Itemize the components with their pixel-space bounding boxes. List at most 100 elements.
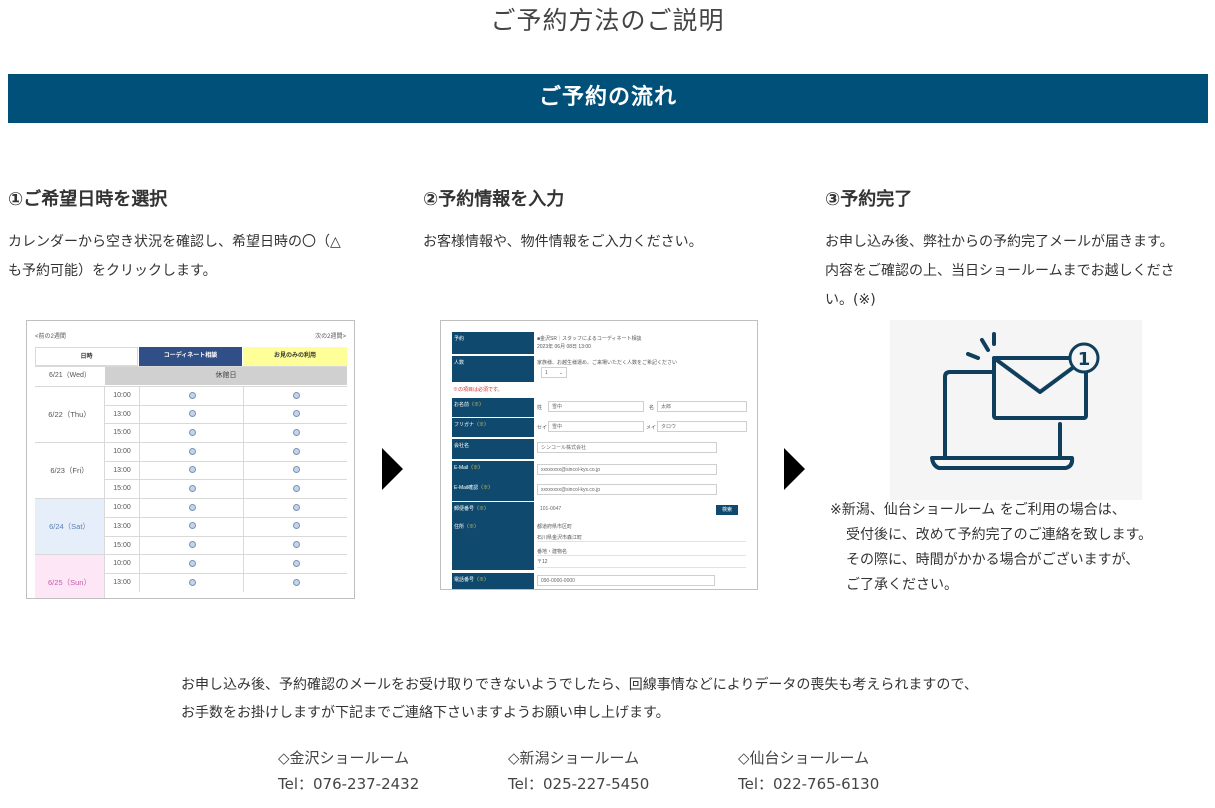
arrow-right-icon — [382, 448, 403, 490]
note-line: ※新潟、仙台ショールーム をご利用の場合は、 — [830, 502, 1126, 518]
calendar-header: 日時 コーディネート相談 お見のみの利用 — [35, 347, 347, 366]
closed-row: 6/21（Wed） 休館日 — [35, 366, 347, 386]
time-label: 15:00 — [113, 485, 131, 493]
label-text: E-Mail確認 — [454, 485, 479, 491]
time-slot-row: 13:00 — [105, 460, 348, 480]
divider — [537, 541, 746, 542]
notice-note: ※新潟、仙台ショールーム をご利用の場合は、 受付後に、改めて予約完了のご連絡を… — [830, 498, 1152, 598]
available-circle-icon — [188, 447, 196, 455]
showroom-sendai-tel[interactable]: Tel：022-765-6130 — [738, 773, 879, 794]
arrow-right-icon — [784, 448, 805, 490]
available-slot-button[interactable] — [139, 517, 244, 536]
flow-banner: ご予約の流れ — [8, 74, 1208, 123]
first-kana-input[interactable]: タロウ — [657, 421, 747, 432]
available-slot-button[interactable] — [139, 387, 244, 405]
time-slot-row: 13:00 — [105, 572, 348, 592]
time-slot-row: 15:00 — [105, 423, 348, 443]
showroom-niigata-tel[interactable]: Tel：025-227-5450 — [508, 773, 649, 794]
available-slot-button[interactable] — [243, 555, 348, 574]
label-text: 電話番号 — [454, 577, 475, 583]
available-slot-button[interactable] — [243, 405, 348, 424]
last-kana-input[interactable]: 雪中 — [548, 421, 644, 432]
phone-input[interactable]: 090-0000-0000 — [537, 575, 715, 586]
calendar-day-block: 6/24（Sat） 10:00 13:00 15:00 — [35, 498, 348, 555]
address-line: 都道府県市区町 — [537, 524, 573, 530]
available-slot-button[interactable] — [139, 443, 244, 462]
calendar-date: 6/25（Sun） — [35, 554, 105, 598]
required-mark: （※） — [469, 402, 485, 408]
required-mark: （※） — [478, 485, 494, 491]
divider — [537, 567, 746, 568]
note-line: 受付後に、改めて予約完了のご連絡を致します。 — [846, 527, 1153, 543]
available-slot-button[interactable] — [139, 424, 244, 443]
email-input[interactable]: xxxxxxxx@sincol-kys.co.jp — [537, 464, 717, 475]
required-mark: （※） — [474, 422, 490, 428]
time-label: 13:00 — [113, 410, 131, 418]
available-slot-button[interactable] — [243, 424, 348, 443]
time-label: 13:00 — [113, 578, 131, 586]
available-slot-button[interactable] — [139, 480, 244, 499]
available-circle-icon — [188, 429, 196, 437]
available-slot-button[interactable] — [139, 573, 244, 592]
form-label-phone: 電話番号（※） — [452, 573, 534, 589]
first-kana-label: メイ — [646, 425, 657, 431]
available-slot-button[interactable] — [243, 480, 348, 499]
label-text: 郵便番号 — [454, 506, 475, 512]
label-text: 住所 — [454, 524, 465, 530]
form-label-company: 会社名 — [452, 439, 534, 459]
available-slot-button[interactable] — [139, 405, 244, 424]
form-label-people: 人数 — [452, 356, 534, 382]
available-circle-icon — [292, 522, 300, 530]
address-search-button[interactable]: 検索 — [716, 505, 738, 515]
calendar-day-block: 6/25（Sun） 10:00 13:00 — [35, 554, 348, 598]
showroom-kanazawa-name: ◇金沢ショールーム — [278, 749, 410, 767]
calendar-grid: 日時 コーディネート相談 お見のみの利用 6/21（Wed） 休館日 6/22（… — [35, 347, 348, 598]
step-1-text: カレンダーから空き状況を確認し、希望日時の〇（△ も予約可能）をクリックします。 — [8, 228, 341, 286]
last-name-input[interactable]: 雪中 — [548, 401, 644, 412]
last-name-label: 姓 — [537, 405, 543, 411]
available-slot-button[interactable] — [243, 499, 348, 518]
email-confirm-input[interactable]: xxxxxxxx@sincol-kys.co.jp — [537, 484, 717, 495]
available-circle-icon — [188, 391, 196, 399]
available-slot-button[interactable] — [243, 536, 348, 555]
first-name-input[interactable]: 太郎 — [657, 401, 747, 412]
available-circle-icon — [188, 466, 196, 474]
available-slot-button[interactable] — [139, 499, 244, 518]
closed-label: 休館日 — [105, 367, 347, 385]
mail-notification-illustration: 1 — [890, 320, 1142, 500]
company-input[interactable]: シンコール株式会社 — [537, 442, 717, 453]
first-name-label: 名 — [649, 405, 655, 411]
time-slot-row: 13:00 — [105, 516, 348, 536]
available-circle-icon — [292, 466, 300, 474]
form-label-email: E-Mail（※） — [452, 461, 534, 481]
available-circle-icon — [188, 559, 196, 567]
available-slot-button[interactable] — [139, 536, 244, 555]
calendar-day-block: 6/23（Fri） 10:00 13:00 15:00 — [35, 442, 348, 499]
postal-input[interactable]: 101-0047 — [537, 504, 713, 515]
step-2-text: お客様情報や、物件情報をご入力ください。 — [423, 228, 703, 257]
available-slot-button[interactable] — [243, 387, 348, 405]
label-text: E-Mail — [454, 465, 469, 471]
time-label: 10:00 — [113, 560, 131, 568]
step-3-text-line: お申し込み後、弊社からの予約完了メールが届きます。 — [825, 234, 1174, 250]
available-slot-button[interactable] — [243, 573, 348, 592]
showroom-niigata-name: ◇新潟ショールーム — [508, 749, 640, 767]
available-circle-icon — [292, 485, 300, 493]
form-screenshot: 予約 ■金沢SR｜スタッフによるコーディネート相談 2023年 06月 08日 … — [440, 320, 758, 590]
available-slot-button[interactable] — [243, 461, 348, 480]
header-visit-only: お見のみの利用 — [243, 347, 347, 366]
people-select[interactable]: 1 ⌄ — [541, 367, 567, 378]
label-text: お名前 — [454, 402, 470, 408]
address-line: 番地・建物名 — [537, 549, 568, 555]
available-slot-button[interactable] — [243, 443, 348, 462]
available-slot-button[interactable] — [243, 517, 348, 536]
time-label: 13:00 — [113, 466, 131, 474]
last-kana-label: セイ — [537, 425, 548, 431]
available-slot-button[interactable] — [139, 555, 244, 574]
available-circle-icon — [188, 503, 196, 511]
showroom-kanazawa-tel[interactable]: Tel：076-237-2432 — [278, 773, 419, 794]
form-people-note: 家族様、お越生様運め、ご来場いただく人数をご希記ください — [537, 360, 678, 366]
form-label-postal: 郵便番号（※） — [452, 502, 534, 520]
available-slot-button[interactable] — [139, 461, 244, 480]
required-mark: （※） — [474, 506, 490, 512]
